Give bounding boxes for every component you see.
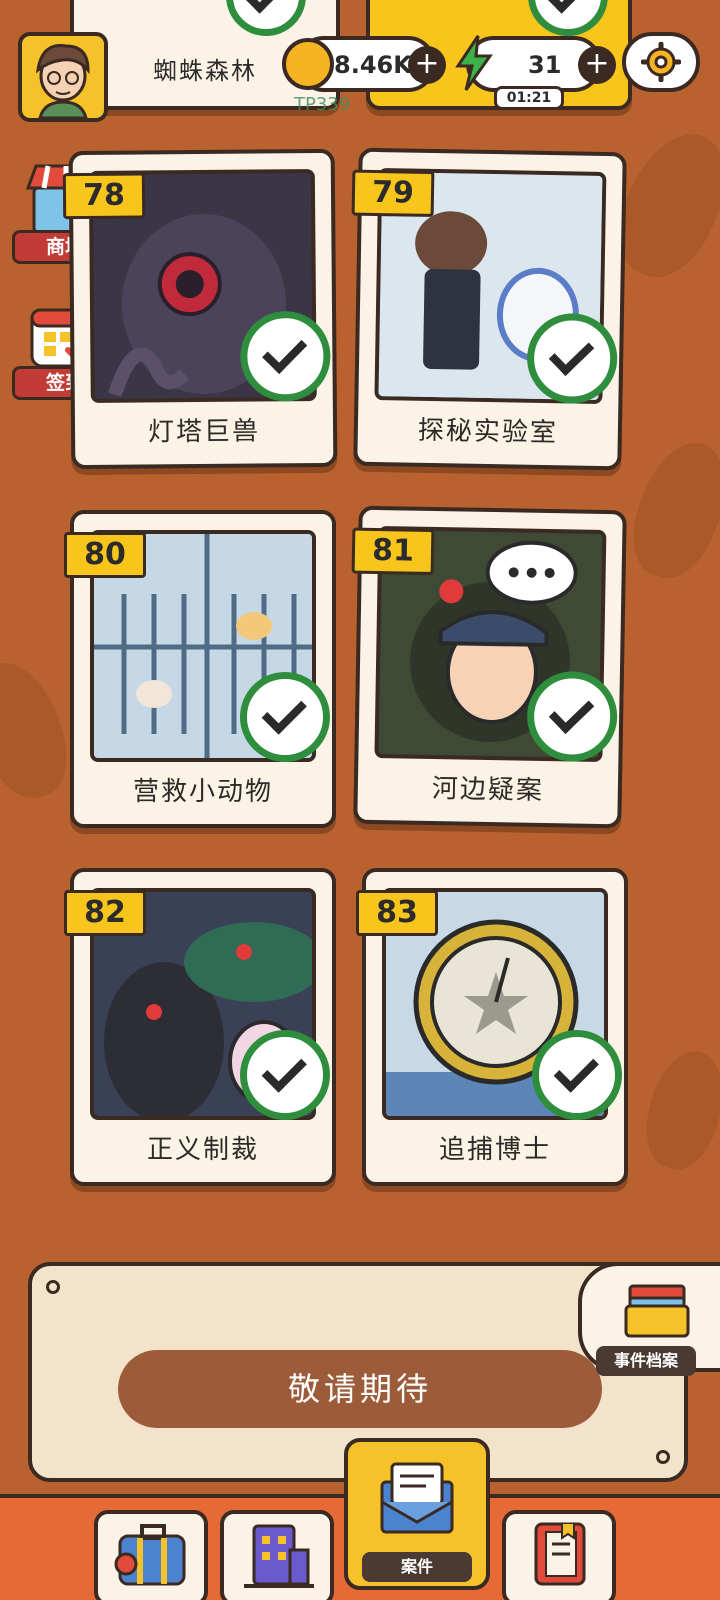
gear-icon bbox=[641, 42, 681, 82]
player-avatar[interactable] bbox=[18, 32, 108, 122]
energy-timer: 01:21 bbox=[494, 86, 564, 110]
tab-notebook[interactable] bbox=[502, 1510, 616, 1600]
case-title: 河边疑案 bbox=[431, 774, 545, 806]
energy-value: 31 bbox=[528, 51, 562, 79]
case-card[interactable]: 81 河边疑案 bbox=[351, 505, 627, 829]
case-title: 灯塔巨兽 bbox=[147, 416, 261, 448]
nail-icon bbox=[656, 1450, 670, 1464]
check-icon bbox=[240, 310, 331, 402]
case-number-badge: 82 bbox=[64, 890, 146, 936]
case-card[interactable]: 83 追捕博士 bbox=[356, 868, 628, 1186]
archive-tray-icon bbox=[624, 1284, 690, 1338]
coming-soon-banner: 敬请期待 bbox=[118, 1350, 602, 1428]
case-number-badge: 78 bbox=[62, 172, 146, 220]
case-number-badge: 80 bbox=[64, 532, 146, 578]
case-title: 探秘实验室 bbox=[417, 415, 559, 449]
lightning-icon bbox=[454, 34, 494, 92]
case-title: 正义制裁 bbox=[146, 1135, 259, 1165]
detective-portrait-icon bbox=[35, 44, 90, 118]
footprint-decoration bbox=[618, 430, 720, 590]
envelope-icon bbox=[380, 1462, 454, 1534]
footprint-decoration bbox=[635, 1042, 720, 1178]
check-icon bbox=[240, 672, 330, 762]
luggage-icon bbox=[114, 1524, 186, 1586]
case-card[interactable]: 80 营救小动物 bbox=[64, 510, 336, 828]
faded-text: TP339 bbox=[294, 94, 351, 115]
case-number-badge: 81 bbox=[351, 527, 435, 576]
building-icon bbox=[244, 1524, 314, 1588]
tab-cases[interactable]: 案件 bbox=[344, 1438, 490, 1590]
coin-icon bbox=[282, 38, 334, 90]
check-icon bbox=[526, 670, 618, 763]
coins-value: 8.46K bbox=[334, 51, 412, 79]
add-coins-button[interactable]: + bbox=[408, 46, 446, 84]
nail-icon bbox=[46, 1280, 60, 1294]
case-title: 营救小动物 bbox=[132, 777, 273, 807]
add-energy-button[interactable]: + bbox=[578, 46, 616, 84]
tab-city[interactable] bbox=[220, 1510, 334, 1600]
case-card[interactable]: 78 灯塔巨兽 bbox=[62, 148, 338, 470]
case-title: 追捕博士 bbox=[438, 1135, 551, 1165]
check-icon bbox=[526, 312, 618, 405]
case-number-badge: 83 bbox=[356, 890, 438, 936]
check-icon bbox=[528, 0, 608, 36]
case-card[interactable]: 79 探秘实验室 bbox=[351, 147, 627, 471]
notebook-icon bbox=[534, 1522, 586, 1586]
check-icon bbox=[226, 0, 306, 36]
case-archive-button[interactable]: 事件档案 bbox=[578, 1262, 720, 1376]
archive-label: 事件档案 bbox=[596, 1346, 696, 1376]
settings-button[interactable] bbox=[622, 32, 700, 92]
case-card[interactable]: 82 正义制裁 bbox=[64, 868, 336, 1186]
tab-travel[interactable] bbox=[94, 1510, 208, 1600]
bottom-tab-bar: 案件 bbox=[0, 1438, 720, 1600]
case-number-badge: 79 bbox=[351, 169, 435, 218]
check-icon bbox=[240, 1030, 330, 1120]
tab-cases-label: 案件 bbox=[362, 1552, 472, 1582]
check-icon bbox=[532, 1030, 622, 1120]
